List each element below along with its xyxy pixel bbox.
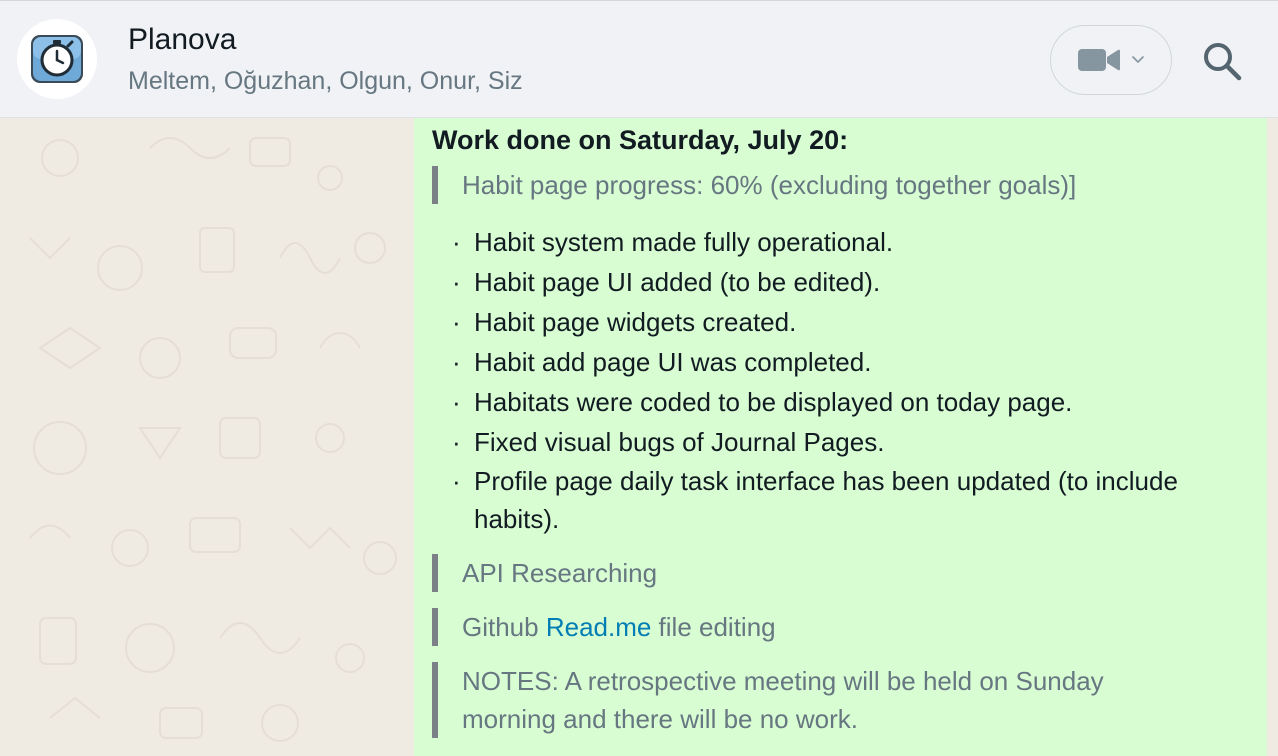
list-item: · Habitats were coded to be displayed on … <box>448 382 1214 422</box>
stopwatch-icon <box>31 35 83 83</box>
search-icon <box>1204 43 1242 81</box>
group-avatar[interactable] <box>17 19 97 99</box>
list-item-text: Habit system made fully operational. <box>474 227 894 257</box>
list-item: · Habit system made fully operational. <box>448 222 1214 262</box>
quote-notes: NOTES: A retrospective meeting will be h… <box>432 662 1202 738</box>
chat-area[interactable]: Work done on Saturday, July 20: Habit pa… <box>0 118 1278 756</box>
quote-api: API Researching <box>432 554 657 592</box>
bullet: · <box>452 227 461 257</box>
list-item: · Habit page UI added (to be edited). <box>448 262 1214 302</box>
chevron-down-icon <box>1132 56 1144 64</box>
member-list[interactable]: Meltem, Oğuzhan, Olgun, Onur, Siz <box>128 65 523 97</box>
bullet: · <box>452 466 461 496</box>
chat-title[interactable]: Planova <box>128 21 236 59</box>
message-bubble[interactable]: Work done on Saturday, July 20: Habit pa… <box>414 118 1267 756</box>
list-item-text: Habitats were coded to be displayed on t… <box>474 387 1073 417</box>
quote-github: Github Read.me file editing <box>432 608 776 646</box>
list-item: · Fixed visual bugs of Journal Pages. <box>448 422 1214 462</box>
bullet: · <box>452 347 461 377</box>
list-item: · Habit add page UI was completed. <box>448 342 1214 382</box>
bullet: · <box>452 307 461 337</box>
bullet: · <box>452 427 461 457</box>
list-item-text: Habit page UI added (to be edited). <box>474 267 881 297</box>
list-item: · Habit page widgets created. <box>448 302 1214 342</box>
message-heading: Work done on Saturday, July 20: <box>432 125 849 155</box>
list-item-text: Habit page widgets created. <box>474 307 797 337</box>
list-item-text: Profile page daily task interface has be… <box>474 466 1178 534</box>
video-call-button[interactable] <box>1050 25 1172 95</box>
work-item-list: · Habit system made fully operational. · H… <box>448 222 1214 538</box>
github-suffix: file editing <box>651 612 776 642</box>
list-item-text: Habit add page UI was completed. <box>474 347 872 377</box>
readme-link[interactable]: Read.me <box>546 612 652 642</box>
search-button[interactable] <box>1200 39 1244 83</box>
list-item-text: Fixed visual bugs of Journal Pages. <box>474 427 885 457</box>
quote-progress: Habit page progress: 60% (excluding toge… <box>432 166 1076 204</box>
bullet: · <box>452 387 461 417</box>
list-item: · Profile page daily task interface has b… <box>448 462 1214 538</box>
bullet: · <box>452 267 461 297</box>
video-camera-icon <box>1078 49 1120 71</box>
github-prefix: Github <box>462 612 546 642</box>
chat-header: Planova Meltem, Oğuzhan, Olgun, Onur, Si… <box>0 0 1278 118</box>
